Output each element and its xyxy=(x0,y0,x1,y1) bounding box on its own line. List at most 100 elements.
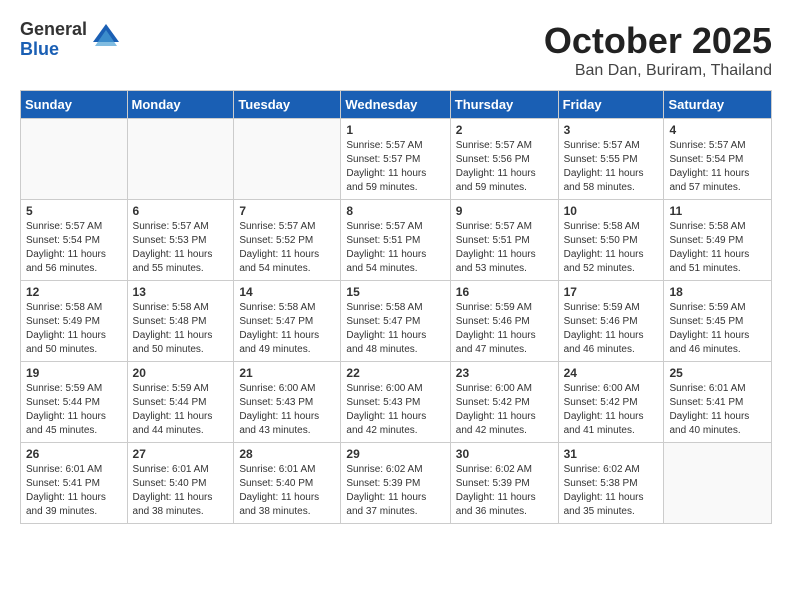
calendar-day-cell: 9Sunrise: 5:57 AM Sunset: 5:51 PM Daylig… xyxy=(450,200,558,281)
day-info: Sunrise: 6:01 AM Sunset: 5:41 PM Dayligh… xyxy=(669,382,766,438)
page-header: General Blue October 2025 Ban Dan, Burir… xyxy=(20,20,772,80)
day-number: 28 xyxy=(239,447,335,461)
day-number: 1 xyxy=(346,123,444,137)
calendar-day-cell: 31 Sunrise: 6:02 AM Sunset: 5:38 PM Dayli… xyxy=(558,443,664,524)
calendar-day-cell: 15Sunrise: 5:58 AM Sunset: 5:47 PM Dayli… xyxy=(341,281,450,362)
day-number: 5 xyxy=(26,204,122,218)
calendar-header-friday: Friday xyxy=(558,91,664,119)
day-info: Sunrise: 5:59 AM Sunset: 5:46 PM Dayligh… xyxy=(456,301,553,357)
day-number: 10 xyxy=(564,204,659,218)
calendar-header-sunday: Sunday xyxy=(21,91,128,119)
day-info: Sunrise: 5:58 AM Sunset: 5:49 PM Dayligh… xyxy=(26,301,122,357)
calendar-week-row: 12 Sunrise: 5:58 AM Sunset: 5:49 PM Dayli… xyxy=(21,281,772,362)
day-number: 17 xyxy=(564,285,659,299)
day-info: Sunrise: 5:58 AM Sunset: 5:49 PM Dayligh… xyxy=(669,220,766,276)
calendar-day-cell: 24 Sunrise: 6:00 AM Sunset: 5:42 PM Dayli… xyxy=(558,362,664,443)
calendar-day-cell: 19 Sunrise: 5:59 AM Sunset: 5:44 PM Dayli… xyxy=(21,362,128,443)
day-number: 18 xyxy=(669,285,766,299)
calendar-header-monday: Monday xyxy=(127,91,234,119)
day-info: Sunrise: 6:00 AM Sunset: 5:43 PM Dayligh… xyxy=(239,382,335,438)
day-info: Sunrise: 5:59 AM Sunset: 5:44 PM Dayligh… xyxy=(26,382,122,438)
day-number: 31 xyxy=(564,447,659,461)
day-info: Sunrise: 5:59 AM Sunset: 5:46 PM Dayligh… xyxy=(564,301,659,357)
calendar-day-cell: 28 Sunrise: 6:01 AM Sunset: 5:40 PM Dayli… xyxy=(234,443,341,524)
month-title: October 2025 xyxy=(544,20,772,62)
calendar-day-cell xyxy=(21,119,128,200)
calendar-week-row: 1 Sunrise: 5:57 AM Sunset: 5:57 PM Daylig… xyxy=(21,119,772,200)
calendar-day-cell: 2Sunrise: 5:57 AM Sunset: 5:56 PM Daylig… xyxy=(450,119,558,200)
calendar-week-row: 5 Sunrise: 5:57 AM Sunset: 5:54 PM Daylig… xyxy=(21,200,772,281)
day-number: 4 xyxy=(669,123,766,137)
day-number: 8 xyxy=(346,204,444,218)
day-number: 13 xyxy=(133,285,229,299)
day-info: Sunrise: 5:58 AM Sunset: 5:48 PM Dayligh… xyxy=(133,301,229,357)
calendar-day-cell: 4Sunrise: 5:57 AM Sunset: 5:54 PM Daylig… xyxy=(664,119,772,200)
day-info: Sunrise: 6:02 AM Sunset: 5:39 PM Dayligh… xyxy=(456,463,553,519)
day-number: 9 xyxy=(456,204,553,218)
day-info: Sunrise: 6:00 AM Sunset: 5:43 PM Dayligh… xyxy=(346,382,444,438)
day-info: Sunrise: 6:01 AM Sunset: 5:41 PM Dayligh… xyxy=(26,463,122,519)
day-info: Sunrise: 5:57 AM Sunset: 5:52 PM Dayligh… xyxy=(239,220,335,276)
calendar-day-cell xyxy=(234,119,341,200)
day-number: 11 xyxy=(669,204,766,218)
day-number: 26 xyxy=(26,447,122,461)
calendar-day-cell: 11 Sunrise: 5:58 AM Sunset: 5:49 PM Dayli… xyxy=(664,200,772,281)
day-info: Sunrise: 5:58 AM Sunset: 5:47 PM Dayligh… xyxy=(239,301,335,357)
calendar-day-cell: 21 Sunrise: 6:00 AM Sunset: 5:43 PM Dayli… xyxy=(234,362,341,443)
day-number: 23 xyxy=(456,366,553,380)
day-number: 29 xyxy=(346,447,444,461)
day-info: Sunrise: 5:57 AM Sunset: 5:51 PM Dayligh… xyxy=(346,220,444,276)
calendar-week-row: 19 Sunrise: 5:59 AM Sunset: 5:44 PM Dayli… xyxy=(21,362,772,443)
day-number: 14 xyxy=(239,285,335,299)
day-number: 22 xyxy=(346,366,444,380)
day-info: Sunrise: 6:01 AM Sunset: 5:40 PM Dayligh… xyxy=(133,463,229,519)
calendar-day-cell xyxy=(127,119,234,200)
calendar-day-cell: 3 Sunrise: 5:57 AM Sunset: 5:55 PM Daylig… xyxy=(558,119,664,200)
day-info: Sunrise: 5:57 AM Sunset: 5:57 PM Dayligh… xyxy=(346,139,444,195)
calendar-day-cell: 6Sunrise: 5:57 AM Sunset: 5:53 PM Daylig… xyxy=(127,200,234,281)
calendar-day-cell: 30 Sunrise: 6:02 AM Sunset: 5:39 PM Dayli… xyxy=(450,443,558,524)
calendar-day-cell: 8 Sunrise: 5:57 AM Sunset: 5:51 PM Daylig… xyxy=(341,200,450,281)
calendar-day-cell: 22 Sunrise: 6:00 AM Sunset: 5:43 PM Dayli… xyxy=(341,362,450,443)
day-info: Sunrise: 5:59 AM Sunset: 5:44 PM Dayligh… xyxy=(133,382,229,438)
day-number: 24 xyxy=(564,366,659,380)
title-block: October 2025 Ban Dan, Buriram, Thailand xyxy=(544,20,772,80)
day-number: 7 xyxy=(239,204,335,218)
calendar-header-saturday: Saturday xyxy=(664,91,772,119)
calendar-day-cell: 18Sunrise: 5:59 AM Sunset: 5:45 PM Dayli… xyxy=(664,281,772,362)
calendar-day-cell: 7 Sunrise: 5:57 AM Sunset: 5:52 PM Daylig… xyxy=(234,200,341,281)
calendar-table: SundayMondayTuesdayWednesdayThursdayFrid… xyxy=(20,90,772,524)
day-number: 12 xyxy=(26,285,122,299)
day-number: 19 xyxy=(26,366,122,380)
day-number: 30 xyxy=(456,447,553,461)
day-info: Sunrise: 5:57 AM Sunset: 5:53 PM Dayligh… xyxy=(133,220,229,276)
day-info: Sunrise: 6:01 AM Sunset: 5:40 PM Dayligh… xyxy=(239,463,335,519)
day-number: 20 xyxy=(133,366,229,380)
location-title: Ban Dan, Buriram, Thailand xyxy=(544,62,772,80)
day-number: 3 xyxy=(564,123,659,137)
calendar-header-tuesday: Tuesday xyxy=(234,91,341,119)
day-number: 16 xyxy=(456,285,553,299)
calendar-day-cell: 12 Sunrise: 5:58 AM Sunset: 5:49 PM Dayli… xyxy=(21,281,128,362)
calendar-header-row: SundayMondayTuesdayWednesdayThursdayFrid… xyxy=(21,91,772,119)
day-info: Sunrise: 5:57 AM Sunset: 5:55 PM Dayligh… xyxy=(564,139,659,195)
calendar-header-thursday: Thursday xyxy=(450,91,558,119)
day-number: 27 xyxy=(133,447,229,461)
calendar-day-cell: 14 Sunrise: 5:58 AM Sunset: 5:47 PM Dayli… xyxy=(234,281,341,362)
calendar-day-cell xyxy=(664,443,772,524)
calendar-day-cell: 13 Sunrise: 5:58 AM Sunset: 5:48 PM Dayli… xyxy=(127,281,234,362)
calendar-day-cell: 20 Sunrise: 5:59 AM Sunset: 5:44 PM Dayli… xyxy=(127,362,234,443)
logo-blue: Blue xyxy=(20,40,87,60)
calendar-day-cell: 25 Sunrise: 6:01 AM Sunset: 5:41 PM Dayli… xyxy=(664,362,772,443)
calendar-day-cell: 17 Sunrise: 5:59 AM Sunset: 5:46 PM Dayli… xyxy=(558,281,664,362)
day-info: Sunrise: 6:00 AM Sunset: 5:42 PM Dayligh… xyxy=(564,382,659,438)
day-info: Sunrise: 5:58 AM Sunset: 5:47 PM Dayligh… xyxy=(346,301,444,357)
day-number: 25 xyxy=(669,366,766,380)
day-info: Sunrise: 6:00 AM Sunset: 5:42 PM Dayligh… xyxy=(456,382,553,438)
calendar-header-wednesday: Wednesday xyxy=(341,91,450,119)
calendar-week-row: 26 Sunrise: 6:01 AM Sunset: 5:41 PM Dayli… xyxy=(21,443,772,524)
day-info: Sunrise: 5:57 AM Sunset: 5:54 PM Dayligh… xyxy=(26,220,122,276)
day-info: Sunrise: 6:02 AM Sunset: 5:38 PM Dayligh… xyxy=(564,463,659,519)
day-info: Sunrise: 5:57 AM Sunset: 5:56 PM Dayligh… xyxy=(456,139,553,195)
day-number: 21 xyxy=(239,366,335,380)
